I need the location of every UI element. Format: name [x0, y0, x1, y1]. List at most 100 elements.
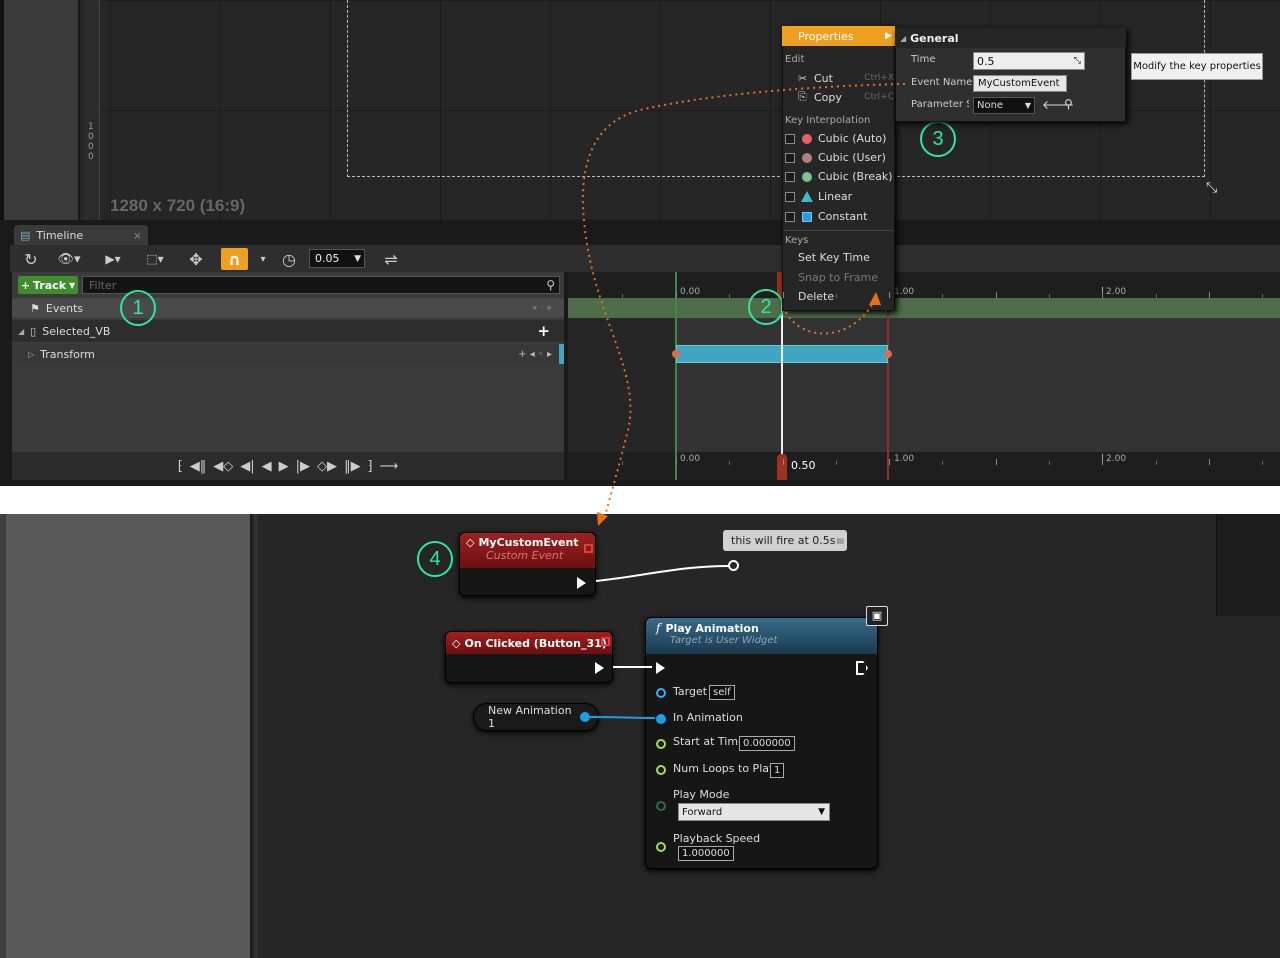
cubic-user-icon — [802, 152, 812, 163]
playhead-bottom-handle[interactable] — [777, 454, 787, 480]
curve-editor-icon[interactable]: ⇌ — [378, 248, 404, 270]
timeline-tab[interactable]: ▤ Timeline × — [14, 225, 148, 245]
visibility-eye-icon[interactable]: 👁▾ — [52, 248, 86, 270]
event-diamond-icon: ◇ — [452, 636, 461, 650]
play-animation-node[interactable]: f Play Animation Target is User Widget T… — [645, 617, 878, 869]
search-icon: ⚲ — [546, 278, 555, 292]
browse-search-icon[interactable]: ⚲ — [1064, 97, 1073, 111]
target-pin-icon[interactable] — [656, 688, 666, 698]
properties-menu-item[interactable]: Properties ▶ — [782, 26, 895, 46]
checkbox[interactable] — [785, 191, 795, 202]
collapse-arrow-icon[interactable]: ▷ — [28, 350, 34, 359]
track-filter-input[interactable]: Filter ⚲ — [82, 276, 560, 294]
step-forward-icon[interactable]: |▶ — [296, 459, 310, 474]
track-row-events[interactable]: ⚑ Events ◂ ◦ ▸ — [12, 298, 564, 318]
delegate-pin-icon[interactable] — [584, 544, 593, 553]
checkbox[interactable] — [785, 133, 795, 144]
jump-to-start-icon[interactable]: ⁅ — [178, 459, 183, 474]
constant-square-icon — [802, 211, 812, 222]
resize-handle-icon[interactable]: ⤡ — [1206, 180, 1217, 196]
ruler-minor-tick — [622, 461, 623, 465]
event-diamond-icon: ◇ — [466, 536, 475, 549]
selection-mode-icon[interactable]: ⬚▾ — [140, 248, 170, 270]
exec-in-pin-icon[interactable] — [656, 662, 665, 674]
play-mode-label: Play Mode — [673, 788, 730, 801]
checkbox[interactable] — [785, 152, 795, 163]
add-track-button[interactable]: + Track ▼ — [18, 276, 78, 294]
ruler-top-label: 0.00 — [680, 287, 701, 297]
playback-speed-value[interactable]: 1.000000 — [678, 846, 734, 861]
viewport-left-strip — [0, 0, 80, 220]
cubic-auto-icon — [802, 133, 812, 144]
general-header[interactable]: ◢ General — [895, 28, 1126, 48]
track-row-selected-vb[interactable]: ◢ ▯ Selected_VB + — [12, 320, 564, 342]
num-loops-value[interactable]: 1 — [770, 763, 785, 778]
copy-menu-item[interactable]: ⎘ Copy Ctrl+C — [798, 89, 894, 105]
interp-cubic-break[interactable]: Cubic (Break) — [782, 167, 894, 186]
play-mode-pin-icon[interactable] — [656, 801, 666, 811]
cut-shortcut: Ctrl+X — [864, 73, 894, 83]
event-name-input[interactable]: MyCustomEvent — [973, 75, 1067, 92]
play-icon[interactable]: ▶ — [279, 459, 289, 474]
exec-out-pin-icon[interactable] — [595, 662, 604, 674]
target-value[interactable]: self — [709, 685, 735, 700]
track-row-label: Events — [45, 301, 84, 315]
key-navigation-controls[interactable]: + ◂ ◦ ▸ — [518, 349, 552, 360]
new-animation-variable-node[interactable]: New Animation 1 — [473, 703, 599, 731]
delete-item[interactable]: Delete — [798, 290, 834, 303]
keyframe-marker[interactable] — [884, 350, 892, 358]
delegate-pin-icon[interactable] — [601, 637, 610, 646]
exec-out-pin-icon[interactable] — [577, 577, 586, 589]
jump-to-end-icon[interactable]: ⁆ — [368, 459, 373, 474]
set-key-time-item[interactable]: Set Key Time — [798, 251, 870, 264]
track-row-transform[interactable]: ▷ Transform + ◂ ◦ ▸ — [12, 344, 564, 364]
play-options-icon[interactable]: ▶▾ — [98, 248, 128, 270]
time-input[interactable]: 0.5 ⤡ — [973, 52, 1085, 70]
custom-event-node[interactable]: ◇ MyCustomEvent Custom Event — [459, 532, 596, 596]
snap-options-dropdown-icon[interactable]: ▾ — [256, 248, 270, 270]
interp-cubic-user[interactable]: Cubic (User) — [782, 148, 894, 167]
previous-key-icon[interactable]: ◀◇ — [213, 459, 233, 474]
interp-cubic-auto[interactable]: Cubic (Auto) — [782, 129, 894, 148]
start-time-label: Start at Time — [673, 735, 745, 748]
playback-speed-pin-icon[interactable] — [656, 842, 666, 852]
interp-linear[interactable]: Linear — [782, 187, 894, 206]
checkbox[interactable] — [785, 171, 795, 182]
jump-to-previous-icon[interactable]: ◀‖ — [190, 459, 207, 474]
next-key-icon[interactable]: ◇▶ — [317, 459, 337, 474]
snap-magnet-icon[interactable]: ∩ — [221, 248, 248, 270]
key-navigation-controls[interactable]: ◂ ◦ ▸ — [532, 303, 552, 313]
num-loops-pin-icon[interactable] — [656, 765, 666, 775]
exec-out-pin-icon[interactable] — [856, 661, 868, 675]
play-reverse-icon[interactable]: ◀ — [262, 459, 272, 474]
callout-1: 1 — [120, 290, 156, 326]
clock-icon[interactable]: ◷ — [278, 248, 300, 270]
ruler-bottom-label: 1.00 — [894, 454, 915, 464]
snap-value-select[interactable]: 0.05 ▼ — [309, 249, 365, 268]
start-time-pin-icon[interactable] — [656, 739, 666, 749]
cut-menu-item[interactable]: ✂ Cut Ctrl+X — [798, 70, 894, 86]
expand-arrow-icon[interactable]: ◢ — [18, 327, 24, 336]
comment-bubble[interactable]: this will fire at 0.5s ▤ — [723, 530, 847, 551]
step-back-icon[interactable]: ◀| — [240, 459, 254, 474]
object-out-pin-icon[interactable] — [580, 712, 590, 722]
ruler-bottom-label: 0.00 — [680, 454, 701, 464]
in-animation-pin-icon[interactable] — [656, 714, 666, 724]
edit-section-header: Edit — [785, 54, 805, 65]
refresh-icon[interactable]: ↻ — [20, 248, 42, 270]
transform-move-icon[interactable]: ✥ — [185, 248, 207, 270]
jump-to-next-icon[interactable]: ‖▶ — [344, 459, 361, 474]
start-time-value[interactable]: 0.000000 — [739, 736, 795, 751]
on-clicked-event-node[interactable]: ◇ On Clicked (Button_31) — [445, 631, 613, 683]
loop-icon[interactable]: ⟶ — [380, 459, 399, 474]
add-subtrack-button[interactable]: + — [537, 322, 550, 340]
checkbox[interactable] — [785, 211, 795, 222]
play-mode-select[interactable]: Forward ▼ — [678, 803, 830, 821]
timeline-tab-close-icon[interactable]: × — [133, 229, 142, 242]
keyframe-marker[interactable] — [672, 350, 680, 358]
track-filter-placeholder: Filter — [89, 278, 117, 292]
parameter-select[interactable]: None ▼ — [973, 97, 1035, 114]
pin-comment-icon[interactable]: ▤ — [836, 536, 844, 545]
reroute-node-icon[interactable] — [728, 560, 739, 571]
interp-constant[interactable]: Constant — [782, 207, 894, 226]
